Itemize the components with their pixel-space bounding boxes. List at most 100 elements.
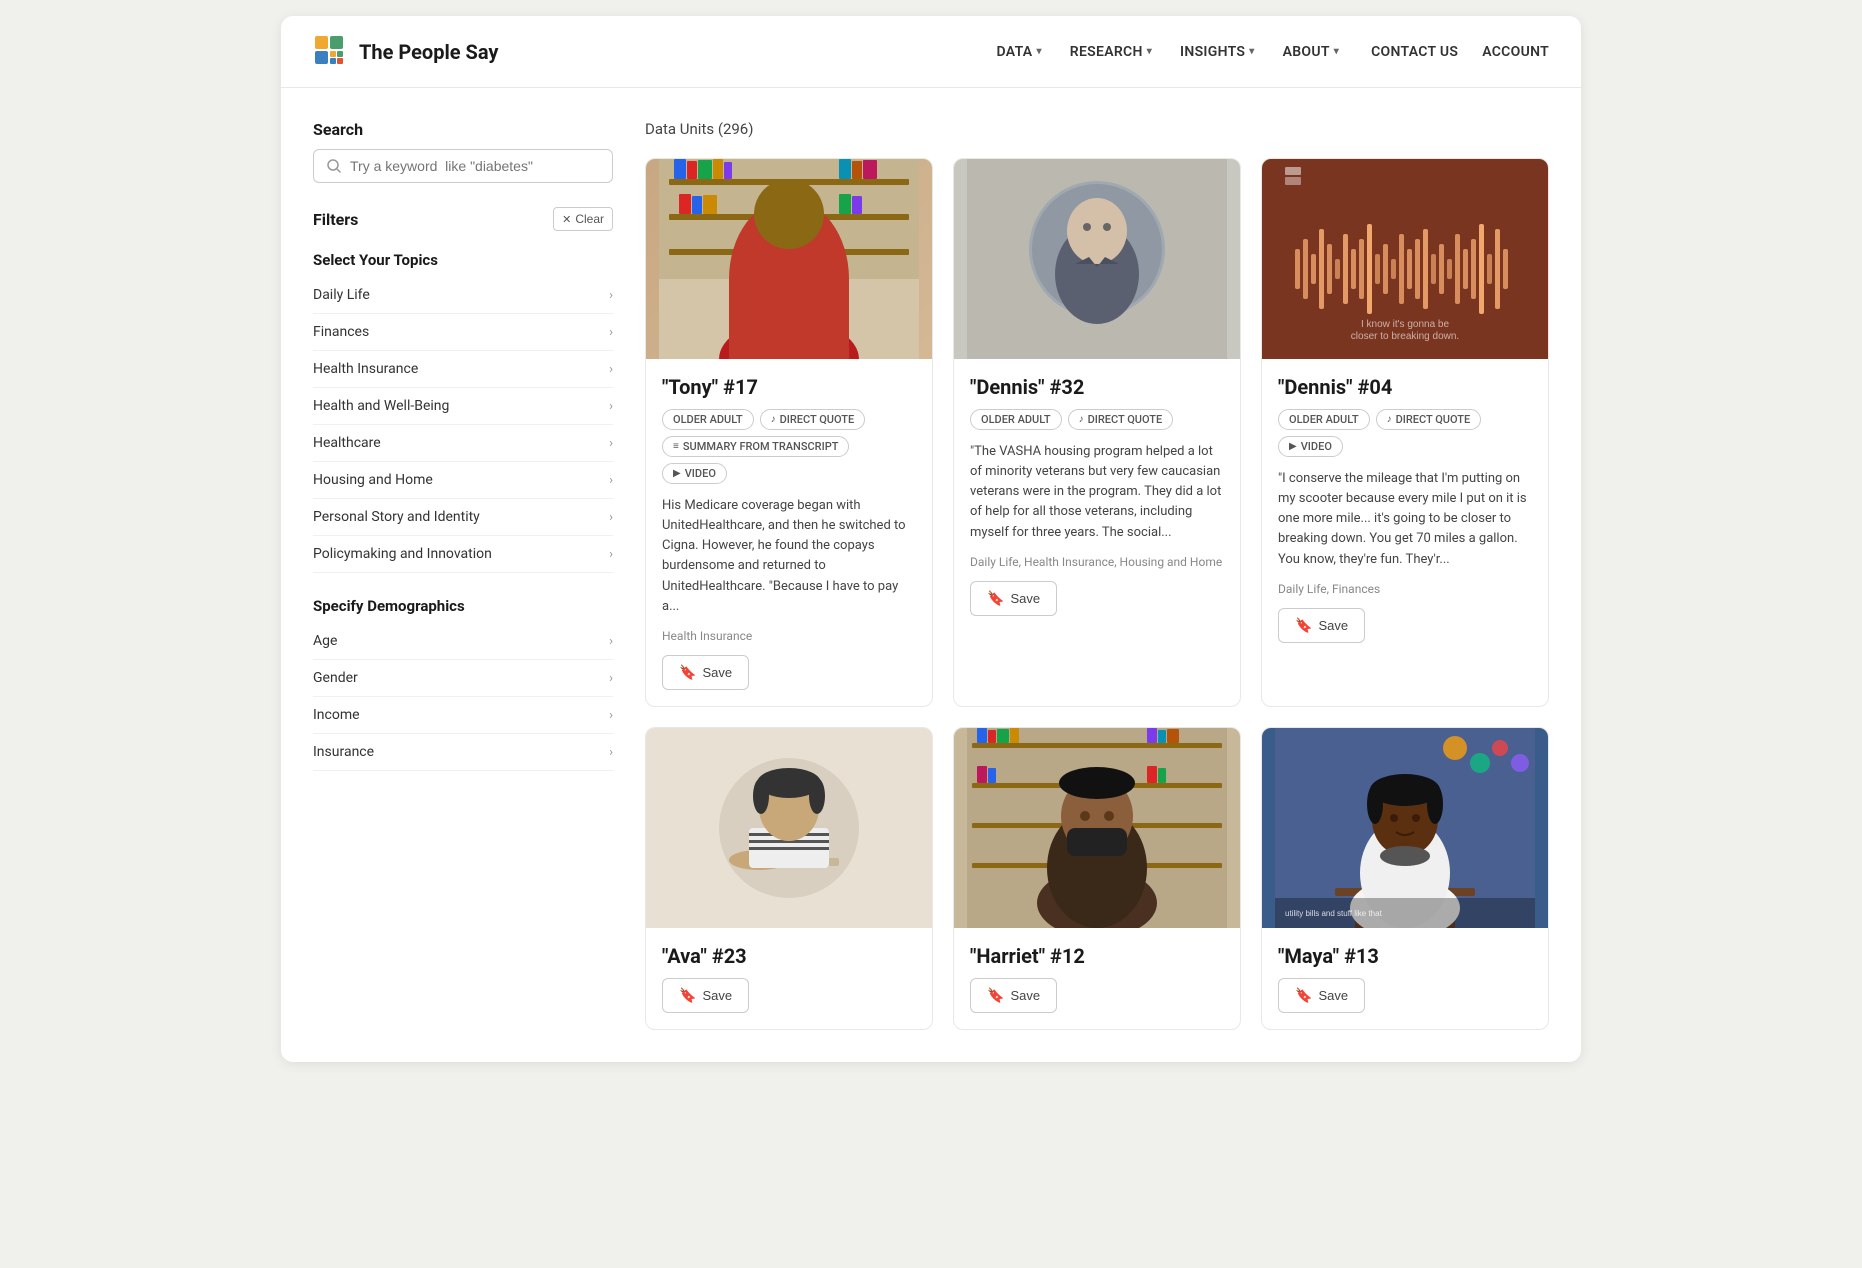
tag-video: ▶ VIDEO (662, 463, 727, 484)
filter-health-wellbeing[interactable]: Health and Well-Being › (313, 388, 613, 425)
card-tags-dennis04: OLDER ADULT ♪ DIRECT QUOTE ▶ VIDEO (1278, 409, 1532, 457)
svg-text:utility bills and stuff like t: utility bills and stuff like that (1285, 909, 1383, 918)
chevron-right-icon: › (609, 708, 613, 723)
header: The People Say DATA ▾ RESEARCH ▾ INSIGHT… (281, 16, 1581, 88)
tag-direct-quote-d32: ♪ DIRECT QUOTE (1068, 409, 1174, 430)
chevron-right-icon: › (609, 325, 613, 340)
main-nav: DATA ▾ RESEARCH ▾ INSIGHTS ▾ ABOUT ▾ (997, 44, 1340, 60)
chevron-right-icon: › (609, 473, 613, 488)
card-body-dennis32: "Dennis" #32 OLDER ADULT ♪ DIRECT QUOTE … (954, 359, 1240, 632)
filter-personal-story[interactable]: Personal Story and Identity › (313, 499, 613, 536)
music-icon: ♪ (771, 414, 776, 425)
card-title-ava: "Ava" #23 (662, 944, 916, 968)
filter-gender[interactable]: Gender › (313, 660, 613, 697)
search-label: Search (313, 120, 613, 139)
nav-data-chevron: ▾ (1036, 46, 1041, 57)
chevron-right-icon: › (609, 547, 613, 562)
account-link[interactable]: ACCOUNT (1482, 44, 1549, 60)
card-text-tony: His Medicare coverage began with UnitedH… (662, 496, 916, 617)
music-icon: ♪ (1079, 414, 1084, 425)
nav-insights-chevron: ▾ (1249, 46, 1254, 57)
bookmark-icon: 🔖 (987, 590, 1004, 607)
filter-health-insurance[interactable]: Health Insurance › (313, 351, 613, 388)
card-image-ava (646, 728, 932, 928)
filter-finances[interactable]: Finances › (313, 314, 613, 351)
nav-about[interactable]: ABOUT ▾ (1283, 44, 1340, 60)
card-image-tony (646, 159, 932, 359)
tag-older-adult-d04: OLDER ADULT (1278, 409, 1370, 430)
video-icon: ▶ (673, 468, 681, 479)
card-image-maya: utility bills and stuff like that (1262, 728, 1548, 928)
clear-button[interactable]: ✕ Clear (553, 207, 613, 231)
card-harriet-12: "Harriet" #12 🔖 Save (953, 727, 1241, 1030)
filter-age[interactable]: Age › (313, 623, 613, 660)
nav-insights[interactable]: INSIGHTS ▾ (1180, 44, 1255, 60)
tag-older-adult: OLDER ADULT (662, 409, 754, 430)
card-maya-13: utility bills and stuff like that "Maya"… (1261, 727, 1549, 1030)
chevron-right-icon: › (609, 634, 613, 649)
video-icon: ▶ (1289, 441, 1297, 452)
topics-filter-list: Daily Life › Finances › Health Insurance… (313, 277, 613, 573)
results-count: Data Units (296) (645, 120, 1549, 138)
save-button-dennis04[interactable]: 🔖 Save (1278, 608, 1365, 643)
filter-housing-home[interactable]: Housing and Home › (313, 462, 613, 499)
contact-us-link[interactable]: CONTACT US (1371, 44, 1458, 60)
chevron-right-icon: › (609, 671, 613, 686)
sidebar: Search Filters ✕ Clear (313, 120, 613, 1030)
card-dennis-32: "Dennis" #32 OLDER ADULT ♪ DIRECT QUOTE … (953, 158, 1241, 707)
card-title-dennis04: "Dennis" #04 (1278, 375, 1532, 399)
chevron-right-icon: › (609, 436, 613, 451)
chevron-right-icon: › (609, 745, 613, 760)
card-title-harriet: "Harriet" #12 (970, 944, 1224, 968)
svg-text:closer to breaking down.: closer to breaking down. (1351, 331, 1459, 342)
logo-icon (313, 34, 349, 70)
save-button-ava[interactable]: 🔖 Save (662, 978, 749, 1013)
main-content: Data Units (296) (645, 120, 1549, 1030)
bookmark-icon: 🔖 (1295, 987, 1312, 1004)
save-button-dennis32[interactable]: 🔖 Save (970, 581, 1057, 616)
chevron-right-icon: › (609, 288, 613, 303)
card-category-dennis32: Daily Life, Health Insurance, Housing an… (970, 555, 1224, 569)
card-tags-dennis32: OLDER ADULT ♪ DIRECT QUOTE (970, 409, 1224, 430)
tag-direct-quote: ♪ DIRECT QUOTE (760, 409, 866, 430)
save-button-maya[interactable]: 🔖 Save (1278, 978, 1365, 1013)
bookmark-icon: 🔖 (679, 987, 696, 1004)
filter-policymaking[interactable]: Policymaking and Innovation › (313, 536, 613, 573)
demographics-label: Specify Demographics (313, 597, 613, 615)
tag-video-d04: ▶ VIDEO (1278, 436, 1343, 457)
nav-data[interactable]: DATA ▾ (997, 44, 1042, 60)
filter-income[interactable]: Income › (313, 697, 613, 734)
topics-section-title: Select Your Topics (313, 251, 613, 269)
card-body-dennis04: "Dennis" #04 OLDER ADULT ♪ DIRECT QUOTE … (1262, 359, 1548, 659)
search-icon (326, 158, 342, 174)
card-ava-23: "Ava" #23 🔖 Save (645, 727, 933, 1030)
card-body-ava: "Ava" #23 🔖 Save (646, 928, 932, 1029)
card-body-maya: "Maya" #13 🔖 Save (1262, 928, 1548, 1029)
card-body-tony: "Tony" #17 OLDER ADULT ♪ DIRECT QUOTE ≡ … (646, 359, 932, 706)
card-tony-17: "Tony" #17 OLDER ADULT ♪ DIRECT QUOTE ≡ … (645, 158, 933, 707)
nav-about-chevron: ▾ (1334, 46, 1339, 57)
card-title-dennis32: "Dennis" #32 (970, 375, 1224, 399)
search-input[interactable] (350, 158, 600, 174)
tag-summary-transcript: ≡ SUMMARY FROM TRANSCRIPT (662, 436, 849, 457)
card-tags-tony: OLDER ADULT ♪ DIRECT QUOTE ≡ SUMMARY FRO… (662, 409, 916, 484)
clear-x-icon: ✕ (562, 213, 571, 226)
chevron-right-icon: › (609, 399, 613, 414)
nav-research-chevron: ▾ (1147, 46, 1152, 57)
demographics-section: Specify Demographics Age › Gender › Inco… (313, 597, 613, 771)
card-image-dennis04: I know it's gonna be closer to breaking … (1262, 159, 1548, 359)
card-text-dennis04: "I conserve the mileage that I'm putting… (1278, 469, 1532, 570)
search-box (313, 149, 613, 183)
nav-research[interactable]: RESEARCH ▾ (1070, 44, 1152, 60)
save-button-tony[interactable]: 🔖 Save (662, 655, 749, 690)
filters-header: Filters ✕ Clear (313, 207, 613, 231)
svg-text:I know it's gonna be: I know it's gonna be (1361, 319, 1450, 330)
filter-daily-life[interactable]: Daily Life › (313, 277, 613, 314)
card-category-tony: Health Insurance (662, 629, 916, 643)
save-button-harriet[interactable]: 🔖 Save (970, 978, 1057, 1013)
filter-insurance[interactable]: Insurance › (313, 734, 613, 771)
search-section: Search (313, 120, 613, 183)
filter-healthcare[interactable]: Healthcare › (313, 425, 613, 462)
bookmark-icon: 🔖 (1295, 617, 1312, 634)
logo-area: The People Say (313, 34, 498, 70)
